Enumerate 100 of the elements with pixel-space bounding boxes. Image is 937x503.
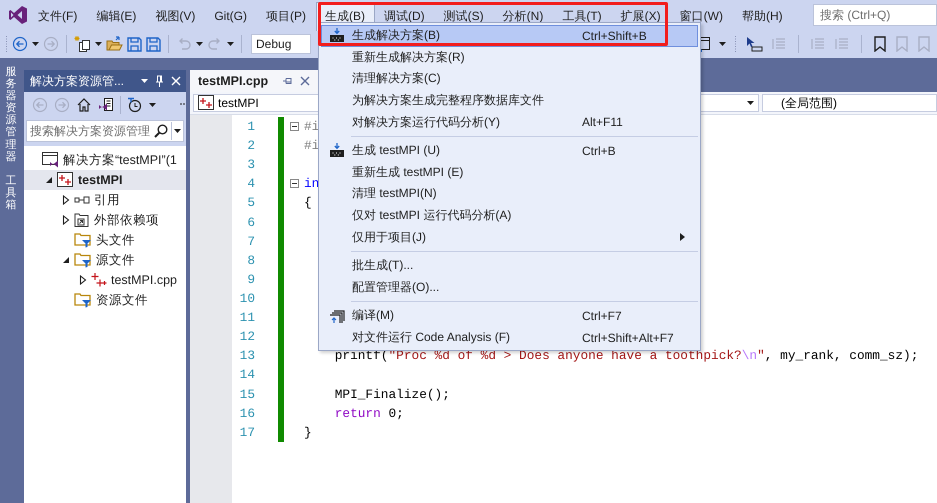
code-line: MPI_Finalize(); <box>334 386 450 402</box>
filter-folder-icon <box>74 232 92 248</box>
panel-title: 解决方案资源管... <box>30 72 126 90</box>
line-number: 7 <box>246 234 255 249</box>
configuration-dropdown[interactable]: Debug <box>251 34 311 54</box>
side-tab[interactable]: 服务器资源管理器 <box>6 66 16 163</box>
menu-item[interactable]: 清理 testMPI(N) <box>321 183 698 205</box>
line-number: 9 <box>246 272 255 287</box>
menu-item[interactable]: 重新生成解决方案(R) <box>321 46 698 68</box>
expanded-arrow-icon[interactable] <box>45 176 53 184</box>
logo-icon <box>8 5 28 25</box>
menu-item[interactable]: 仅用于项目(J) <box>321 226 698 248</box>
caret-icon[interactable] <box>196 42 203 46</box>
pin-icon[interactable] <box>155 75 164 87</box>
line-number: 2 <box>246 138 255 154</box>
menu-item[interactable]: 帮助(H) <box>733 2 793 30</box>
member-dropdown[interactable]: (全局范围) <box>762 94 937 112</box>
compile-icon <box>329 308 345 324</box>
search-field[interactable]: 搜索解决方案资源管理 <box>26 120 184 142</box>
menu-item[interactable]: 重新生成 testMPI (E) <box>321 162 698 184</box>
tree-item[interactable]: 资源文件 <box>24 290 186 310</box>
line-number: 4 <box>246 176 255 192</box>
collapse-icon[interactable] <box>290 179 298 188</box>
code-line: { <box>304 195 312 210</box>
code-line: return 0; <box>334 406 404 421</box>
code-line: #i <box>304 138 320 154</box>
tree-item[interactable]: testMPI.cpp <box>24 270 186 290</box>
code-line: #i <box>304 119 320 134</box>
menu-item[interactable]: 对文件运行 Code Analysis (F) Ctrl+Shift+Alt+F7 <box>321 326 698 348</box>
search-icon[interactable] <box>154 124 168 138</box>
code-line: } <box>304 424 312 440</box>
caret-icon[interactable] <box>149 103 156 107</box>
line-number: 8 <box>246 252 255 268</box>
menu-item[interactable]: 视图(V) <box>146 2 206 30</box>
search-field[interactable]: 搜索 (Ctrl+Q) <box>813 4 937 26</box>
line-number: 12 <box>238 329 255 344</box>
build-icon <box>329 142 345 159</box>
editor-tab[interactable]: testMPI.cpp <box>190 70 318 92</box>
menu-item[interactable]: 生成 testMPI (U) Ctrl+B <box>321 140 698 162</box>
line-number: 6 <box>246 214 255 230</box>
tree-item[interactable]: testMPI <box>24 170 186 190</box>
line-number: 10 <box>238 291 255 306</box>
save-icon[interactable] <box>127 36 142 52</box>
caret-icon[interactable] <box>174 129 181 133</box>
line-number: 13 <box>238 348 255 364</box>
menu-item[interactable]: 批生成(T)... <box>321 254 698 277</box>
menu-item[interactable]: 清理解决方案(C) <box>321 68 698 90</box>
grip-icon <box>5 35 8 53</box>
caret-icon[interactable] <box>747 101 754 105</box>
bookmark-icon[interactable] <box>873 36 887 52</box>
pin-icon[interactable] <box>282 76 292 86</box>
menu-item[interactable]: 为解决方案生成完整程序数据库文件 <box>321 90 698 112</box>
filter-folder-icon <box>74 252 92 268</box>
cpp-file-icon <box>91 273 107 287</box>
caret-icon[interactable] <box>32 42 39 46</box>
line-number: 14 <box>238 367 255 382</box>
external-dependencies-icon <box>74 212 90 228</box>
menu-item[interactable]: Git(G) <box>205 3 257 29</box>
project-icon <box>57 172 74 188</box>
collapsed-arrow-icon[interactable] <box>62 215 70 225</box>
menu-item[interactable]: 编译(M) Ctrl+F7 <box>321 305 698 327</box>
history-icon[interactable] <box>127 97 143 113</box>
menu-item[interactable]: 配置管理器(O)... <box>321 276 698 298</box>
references-icon <box>74 195 90 205</box>
tree-item[interactable]: 解决方案“testMPI”(1 <box>24 150 186 170</box>
grip-icon <box>734 35 737 53</box>
solution-view-icon[interactable] <box>98 97 114 113</box>
line-number: 16 <box>238 406 255 421</box>
back-icon[interactable] <box>12 36 28 52</box>
menu-item[interactable]: 编辑(E) <box>87 2 146 30</box>
tree-item[interactable]: 头文件 <box>24 230 186 250</box>
menu-item[interactable]: 对解决方案运行代码分析(Y) Alt+F11 <box>321 111 698 133</box>
code-line: in <box>304 176 320 192</box>
collapsed-arrow-icon[interactable] <box>79 275 87 285</box>
caret-icon[interactable] <box>227 42 234 46</box>
solution-icon <box>42 152 59 168</box>
caret-icon[interactable] <box>141 79 148 83</box>
close-icon[interactable] <box>300 76 310 86</box>
save-all-icon[interactable] <box>146 36 161 52</box>
tree-item[interactable]: 源文件 <box>24 250 186 270</box>
line-number: 11 <box>238 310 255 326</box>
menu-item[interactable]: 仅对 testMPI 运行代码分析(A) <box>321 204 698 226</box>
line-number: 17 <box>238 424 255 440</box>
open-folder-icon[interactable] <box>106 36 123 52</box>
line-number: 3 <box>246 157 255 172</box>
tree-item[interactable]: 引用 <box>24 190 186 210</box>
tree-item[interactable]: 外部依赖项 <box>24 210 186 230</box>
cursor-icon[interactable] <box>745 36 763 52</box>
side-tab[interactable]: 工具箱 <box>6 174 16 212</box>
line-number: 15 <box>238 386 255 402</box>
caret-icon[interactable] <box>719 42 726 46</box>
caret-icon[interactable] <box>95 42 102 46</box>
collapsed-arrow-icon[interactable] <box>62 195 70 205</box>
menu-item[interactable]: 项目(P) <box>257 2 316 30</box>
new-item-icon[interactable] <box>74 36 91 52</box>
menu-item[interactable]: 文件(F) <box>29 2 88 30</box>
collapse-icon[interactable] <box>290 122 298 132</box>
line-number: 1 <box>246 119 255 134</box>
home-icon[interactable] <box>76 97 92 113</box>
expanded-arrow-icon[interactable] <box>62 256 70 264</box>
